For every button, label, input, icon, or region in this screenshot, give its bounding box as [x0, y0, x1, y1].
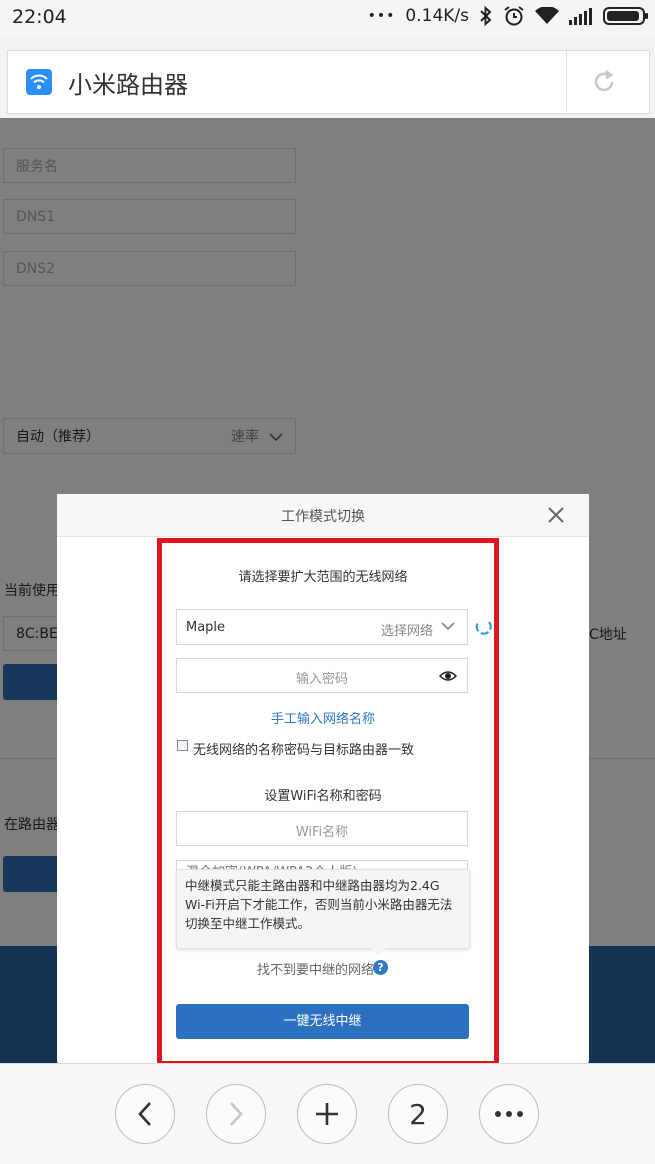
more-icon	[495, 1111, 523, 1117]
forward-icon	[230, 1102, 243, 1126]
browser-bottom-nav: 2	[0, 1063, 655, 1164]
alarm-icon	[504, 6, 524, 26]
more-button[interactable]	[479, 1084, 539, 1144]
plus-icon	[316, 1103, 338, 1125]
tabs-button[interactable]: 2	[388, 1084, 448, 1144]
status-icons: ••• 0.14K/s	[367, 5, 648, 27]
forward-button[interactable]	[206, 1084, 266, 1144]
site-wifi-icon	[26, 69, 52, 95]
wifi-signal-icon	[535, 7, 559, 24]
highlight-box	[157, 538, 499, 1066]
close-icon[interactable]	[545, 504, 567, 526]
dialog-title: 工作模式切换	[281, 509, 365, 525]
site-title: 小米路由器	[68, 71, 188, 99]
dialog-header: 工作模式切换	[57, 494, 589, 537]
browser-address-bar: 小米路由器	[0, 38, 655, 118]
status-time: 22:04	[12, 6, 67, 28]
battery-icon	[603, 7, 648, 25]
address-box[interactable]: 小米路由器	[7, 50, 650, 114]
back-button[interactable]	[115, 1084, 175, 1144]
tab-count: 2	[409, 1097, 427, 1131]
bluetooth-icon	[480, 6, 492, 26]
new-tab-button[interactable]	[297, 1084, 357, 1144]
network-speed: 0.14K/s	[405, 6, 469, 26]
status-dots: •••	[367, 8, 396, 24]
divider	[566, 51, 567, 111]
cell-signal-icon	[569, 8, 592, 25]
reload-icon[interactable]	[588, 66, 620, 98]
status-bar: 22:04 ••• 0.14K/s	[0, 0, 655, 38]
back-icon	[138, 1102, 151, 1126]
